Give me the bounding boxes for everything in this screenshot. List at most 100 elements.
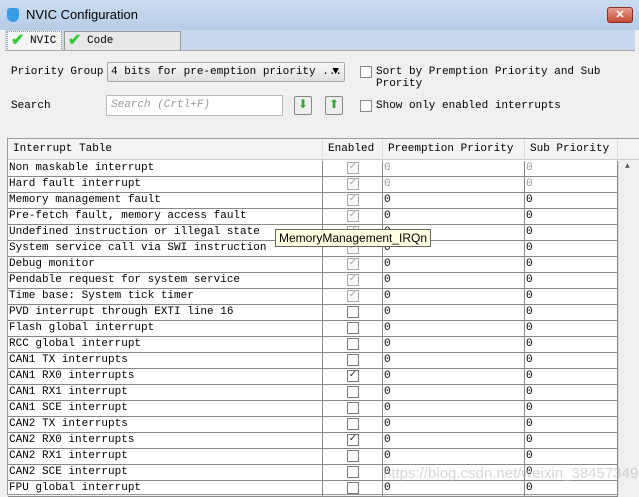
enabled-checkbox[interactable]: [347, 306, 359, 318]
enabled-checkbox[interactable]: [347, 338, 359, 350]
enabled-checkbox[interactable]: ✓: [347, 274, 359, 286]
preemption-priority[interactable]: 0: [383, 481, 525, 496]
enabled-cell: ✓: [323, 209, 383, 224]
enabled-checkbox[interactable]: ✓: [347, 178, 359, 190]
preemption-priority[interactable]: 0: [383, 401, 525, 416]
priority-group-select[interactable]: 4 bits for pre-emption priority ... ▼: [107, 62, 345, 82]
sub-priority[interactable]: 0: [525, 257, 618, 272]
enabled-checkbox[interactable]: ✓: [347, 290, 359, 302]
scrollbar[interactable]: ▲: [618, 160, 639, 496]
enabled-checkbox[interactable]: [347, 418, 359, 430]
header-sub[interactable]: Sub Priority: [525, 139, 618, 160]
sub-priority[interactable]: 0: [525, 273, 618, 288]
preemption-priority[interactable]: 0: [383, 385, 525, 400]
table-row[interactable]: Pre-fetch fault, memory access fault ✓ 0…: [8, 209, 618, 225]
enabled-checkbox[interactable]: ✓: [347, 434, 359, 446]
table-row[interactable]: Non maskable interrupt ✓ 0 0: [8, 161, 618, 177]
table-row[interactable]: Memory management fault ✓ 0 0: [8, 193, 618, 209]
table-row[interactable]: CAN1 RX0 interrupts ✓ 0 0: [8, 369, 618, 385]
sub-priority[interactable]: 0: [525, 353, 618, 368]
enabled-cell: [323, 353, 383, 368]
search-prev-button[interactable]: ⬆: [325, 96, 343, 115]
table-row[interactable]: PVD interrupt through EXTI line 16 0 0: [8, 305, 618, 321]
scroll-up-icon[interactable]: ▲: [625, 162, 630, 171]
interrupt-name: CAN2 TX interrupts: [8, 417, 323, 432]
preemption-priority[interactable]: 0: [383, 369, 525, 384]
preemption-priority[interactable]: 0: [383, 305, 525, 320]
enabled-checkbox[interactable]: [347, 450, 359, 462]
sub-priority[interactable]: 0: [525, 433, 618, 448]
preemption-priority[interactable]: 0: [383, 353, 525, 368]
preemption-priority[interactable]: 0: [383, 257, 525, 272]
sub-priority[interactable]: 0: [525, 241, 618, 256]
interrupt-name: CAN1 RX1 interrupt: [8, 385, 323, 400]
sub-priority[interactable]: 0: [525, 337, 618, 352]
header-preemption[interactable]: Preemption Priority: [383, 139, 525, 160]
interrupt-table: Interrupt Table Enabled Preemption Prior…: [7, 138, 639, 497]
table-row[interactable]: CAN2 TX interrupts 0 0: [8, 417, 618, 433]
table-row[interactable]: CAN1 RX1 interrupt 0 0: [8, 385, 618, 401]
table-row[interactable]: CAN1 SCE interrupt 0 0: [8, 401, 618, 417]
preemption-priority[interactable]: 0: [383, 321, 525, 336]
header-interrupt[interactable]: Interrupt Table: [8, 139, 323, 160]
table-row[interactable]: Pendable request for system service ✓ 0 …: [8, 273, 618, 289]
enabled-checkbox[interactable]: ✓: [347, 370, 359, 382]
table-row[interactable]: Debug monitor ✓ 0 0: [8, 257, 618, 273]
preemption-priority[interactable]: 0: [383, 417, 525, 432]
tab-nvic[interactable]: ✔ NVIC: [7, 31, 62, 51]
show-enabled-checkbox[interactable]: [360, 100, 372, 112]
sub-priority[interactable]: 0: [525, 225, 618, 240]
preemption-priority[interactable]: 0: [383, 337, 525, 352]
tab-code-generation[interactable]: ✔Code generation: [64, 31, 181, 65]
preemption-priority[interactable]: 0: [383, 209, 525, 224]
preemption-priority[interactable]: 0: [383, 177, 525, 192]
sub-priority[interactable]: 0: [525, 177, 618, 192]
table-row[interactable]: Time base: System tick timer ✓ 0 0: [8, 289, 618, 305]
enabled-checkbox[interactable]: [347, 466, 359, 478]
enabled-checkbox[interactable]: [347, 482, 359, 494]
sub-priority[interactable]: 0: [525, 385, 618, 400]
enabled-checkbox[interactable]: ✓: [347, 210, 359, 222]
preemption-priority[interactable]: 0: [383, 433, 525, 448]
tooltip: MemoryManagement_IRQn: [275, 229, 432, 247]
sub-priority[interactable]: 0: [525, 401, 618, 416]
sub-priority[interactable]: 0: [525, 369, 618, 384]
sub-priority[interactable]: 0: [525, 449, 618, 464]
enabled-checkbox[interactable]: ✓: [347, 258, 359, 270]
enabled-cell: ✓: [323, 161, 383, 176]
enabled-checkbox[interactable]: [347, 354, 359, 366]
preemption-priority[interactable]: 0: [383, 193, 525, 208]
title-bar: NVIC Configuration ✕: [0, 0, 639, 30]
search-next-button[interactable]: ⬇: [294, 96, 312, 115]
close-button[interactable]: ✕: [607, 7, 633, 23]
sub-priority[interactable]: 0: [525, 481, 618, 496]
sub-priority[interactable]: 0: [525, 417, 618, 432]
sub-priority[interactable]: 0: [525, 209, 618, 224]
table-row[interactable]: CAN1 TX interrupts 0 0: [8, 353, 618, 369]
enabled-cell: [323, 417, 383, 432]
table-row[interactable]: CAN2 RX1 interrupt 0 0: [8, 449, 618, 465]
preemption-priority[interactable]: 0: [383, 273, 525, 288]
enabled-checkbox[interactable]: [347, 386, 359, 398]
enabled-checkbox[interactable]: [347, 402, 359, 414]
interrupt-name: CAN2 RX0 interrupts: [8, 433, 323, 448]
sub-priority[interactable]: 0: [525, 193, 618, 208]
sub-priority[interactable]: 0: [525, 161, 618, 176]
table-row[interactable]: RCC global interrupt 0 0: [8, 337, 618, 353]
enabled-checkbox[interactable]: ✓: [347, 194, 359, 206]
sub-priority[interactable]: 0: [525, 321, 618, 336]
search-input[interactable]: Search (Crtl+F): [106, 95, 283, 116]
interrupt-name: CAN1 RX0 interrupts: [8, 369, 323, 384]
table-row[interactable]: CAN2 RX0 interrupts ✓ 0 0: [8, 433, 618, 449]
header-enabled[interactable]: Enabled: [323, 139, 383, 160]
sub-priority[interactable]: 0: [525, 305, 618, 320]
preemption-priority[interactable]: 0: [383, 161, 525, 176]
enabled-checkbox[interactable]: [347, 322, 359, 334]
table-row[interactable]: Hard fault interrupt ✓ 0 0: [8, 177, 618, 193]
preemption-priority[interactable]: 0: [383, 289, 525, 304]
table-row[interactable]: Flash global interrupt 0 0: [8, 321, 618, 337]
sub-priority[interactable]: 0: [525, 289, 618, 304]
sort-checkbox[interactable]: [360, 66, 372, 78]
enabled-checkbox[interactable]: ✓: [347, 162, 359, 174]
preemption-priority[interactable]: 0: [383, 449, 525, 464]
